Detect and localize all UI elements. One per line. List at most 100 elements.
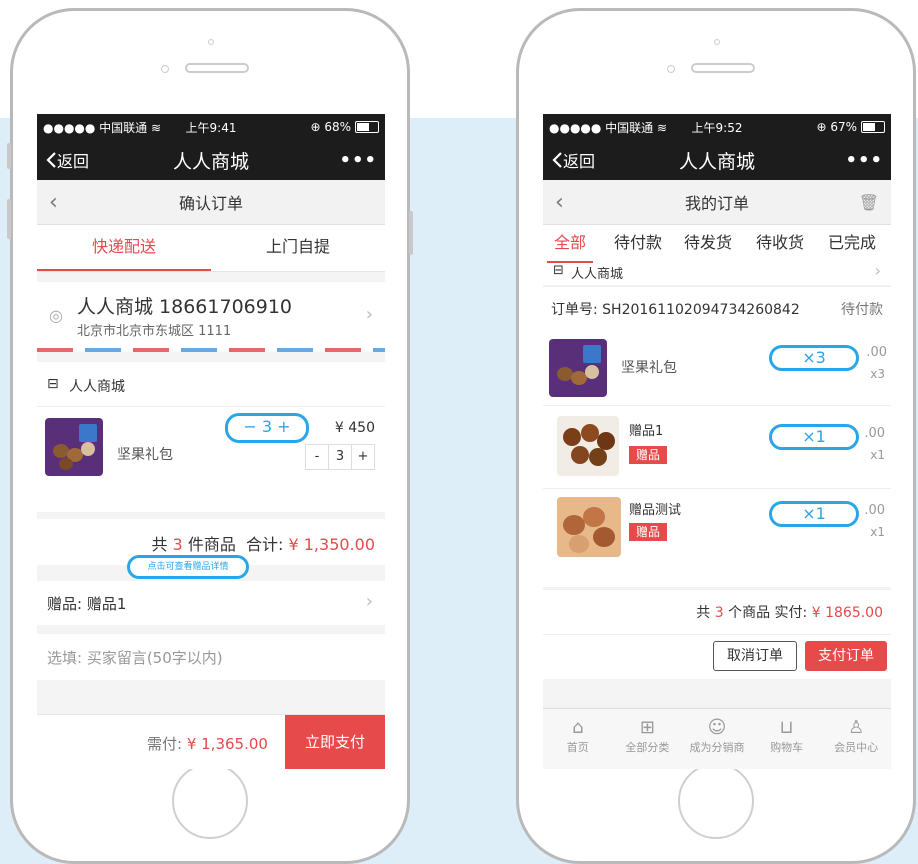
- address-name-phone: 人人商城 18661706910: [77, 296, 293, 318]
- left-phone: ●●●●● 中国联通 ≋ 上午9:41 ⊕ 68% 返回 人人商城 ••• ‹ …: [7, 8, 413, 864]
- tab-express[interactable]: 快递配送: [37, 225, 211, 271]
- chevron-left-icon: [552, 152, 562, 168]
- delivery-tabs: 快递配送 上门自提: [37, 225, 385, 272]
- page-header: ‹ 确认订单: [37, 180, 385, 225]
- trash-icon[interactable]: 🗑: [859, 193, 879, 212]
- status-time: 上午9:41: [185, 120, 237, 135]
- envelope-stripe: [37, 348, 385, 352]
- quantity-value[interactable]: 3: [329, 445, 352, 469]
- product-name: 坚果礼包: [117, 447, 173, 463]
- tab-pending-receipt[interactable]: 待收货: [749, 225, 811, 261]
- order-items: 坚果礼包 .00 x3 ×3 赠品1 赠品 .00 x1 ×1 赠品测试 赠品 …: [543, 331, 891, 587]
- order-status: 待付款: [841, 302, 883, 318]
- side-button: [7, 199, 11, 239]
- message-placeholder: 选填: 买家留言(50字以内): [47, 649, 223, 667]
- order-tabs: 全部 待付款 待发货 待收货 已完成: [543, 225, 891, 265]
- grid-icon: ⊞: [639, 717, 655, 738]
- nav-bar: 返回 人人商城 •••: [543, 140, 891, 180]
- pay-order-button[interactable]: 支付订单: [805, 641, 887, 671]
- chevron-right-icon: ›: [874, 265, 881, 280]
- tab-pending-shipment[interactable]: 待发货: [677, 225, 739, 261]
- side-button: [409, 211, 413, 255]
- camera: [208, 39, 214, 45]
- shop-row: ⊟ 人人商城 ›: [543, 265, 891, 285]
- quantity-callout: − 3 +: [225, 413, 309, 443]
- nav-title: 人人商城: [678, 150, 756, 173]
- back-button[interactable]: 返回: [551, 148, 595, 172]
- item-qty: x3: [870, 367, 885, 381]
- chevron-left-icon: [46, 152, 56, 168]
- item-qty: x1: [870, 448, 885, 462]
- battery-icon: [861, 121, 885, 133]
- decrease-button[interactable]: -: [306, 445, 329, 469]
- tab-completed[interactable]: 已完成: [821, 225, 883, 261]
- back-button[interactable]: 返回: [45, 148, 89, 172]
- battery-icon: [355, 121, 379, 133]
- quantity-stepper[interactable]: - 3 +: [305, 444, 375, 470]
- product-image: [45, 418, 103, 476]
- cancel-order-button[interactable]: 取消订单: [713, 641, 797, 671]
- back-chevron-icon[interactable]: ‹: [555, 190, 564, 215]
- gift-callout: 点击可查看赠品详情: [127, 555, 249, 579]
- item-qty-callout: ×1: [769, 501, 859, 527]
- back-label: 返回: [57, 152, 90, 171]
- item-qty: x1: [870, 525, 885, 539]
- item-name: 赠品测试: [629, 503, 682, 518]
- order-item[interactable]: 赠品1 赠品 .00 x1 ×1: [543, 406, 891, 489]
- status-time: 上午9:52: [691, 120, 743, 135]
- more-icon[interactable]: •••: [845, 150, 883, 171]
- address-card[interactable]: ◎ 人人商城 18661706910 北京市北京市东城区 1111 ›: [37, 282, 385, 352]
- battery-percent: ⊕ 68%: [310, 120, 351, 134]
- home-button[interactable]: [172, 763, 248, 839]
- home-button[interactable]: [678, 763, 754, 839]
- increase-button[interactable]: +: [352, 445, 374, 469]
- tab-all[interactable]: 全部: [547, 225, 593, 263]
- pay-now-button[interactable]: 立即支付: [285, 715, 385, 769]
- location-pin-icon: ◎: [49, 306, 63, 325]
- product-price: ¥ 450: [334, 420, 375, 436]
- order-item[interactable]: 赠品测试 赠品 .00 x1 ×1: [543, 489, 891, 569]
- gift-badge: 赠品: [629, 446, 667, 464]
- pay-amount: 需付: ¥ 1,365.00: [147, 735, 268, 753]
- tab-pending-payment[interactable]: 待付款: [607, 225, 669, 261]
- tab-distributor[interactable]: ☺ 成为分销商: [682, 709, 752, 769]
- item-price: .00: [866, 345, 887, 360]
- shop-icon: ⊟: [553, 265, 564, 278]
- page-title: 我的订单: [684, 194, 749, 213]
- status-bar: ●●●●● 中国联通 ≋ 上午9:41 ⊕ 68%: [37, 114, 385, 140]
- shop-name: 人人商城: [571, 267, 624, 282]
- battery-status: ⊕ 68%: [310, 120, 379, 134]
- tab-cart[interactable]: ⊔ 购物车: [752, 709, 822, 769]
- speaker: [185, 63, 249, 73]
- item-name: 坚果礼包: [621, 360, 677, 376]
- gift-row[interactable]: 赠品: 赠品1 ›: [37, 581, 385, 625]
- item-price: .00: [864, 503, 885, 518]
- order-item[interactable]: 坚果礼包 .00 x3 ×3: [543, 331, 891, 406]
- pay-footer: 需付: ¥ 1,365.00 立即支付: [37, 714, 385, 769]
- status-bar: ●●●●● 中国联通 ≋ 上午9:52 ⊕ 67%: [543, 114, 891, 140]
- nav-bar: 返回 人人商城 •••: [37, 140, 385, 180]
- tab-pickup[interactable]: 上门自提: [211, 225, 385, 269]
- speaker: [691, 63, 755, 73]
- tab-member[interactable]: ♙ 会员中心: [821, 709, 891, 769]
- order-card: ⊟ 人人商城 坚果礼包 ¥ 450 - 3 +: [37, 362, 385, 512]
- page-title: 确认订单: [178, 194, 243, 213]
- back-chevron-icon[interactable]: ‹: [49, 190, 58, 215]
- cart-icon: ⊔: [779, 717, 794, 738]
- message-input[interactable]: 选填: 买家留言(50字以内): [37, 634, 385, 680]
- side-button: [7, 143, 11, 169]
- shop-icon: ⊟: [47, 376, 59, 392]
- right-screen: ●●●●● 中国联通 ≋ 上午9:52 ⊕ 67% 返回 人人商城 ••• ‹ …: [543, 114, 891, 769]
- summary-text: 共 3 件商品 合计: ¥ 1,350.00: [151, 535, 375, 554]
- battery-fill: [863, 123, 876, 131]
- more-icon[interactable]: •••: [339, 150, 377, 171]
- tab-home[interactable]: ⌂ 首页: [543, 709, 613, 769]
- users-icon: ☺: [707, 717, 727, 738]
- back-label: 返回: [563, 152, 596, 171]
- summary-text: 共 3 个商品 实付: ¥ 1865.00: [696, 605, 883, 621]
- tab-categories[interactable]: ⊞ 全部分类: [613, 709, 683, 769]
- chevron-right-icon: ›: [365, 304, 373, 325]
- left-screen: ●●●●● 中国联通 ≋ 上午9:41 ⊕ 68% 返回 人人商城 ••• ‹ …: [37, 114, 385, 769]
- chevron-right-icon: ›: [365, 591, 373, 612]
- user-icon: ♙: [848, 717, 865, 738]
